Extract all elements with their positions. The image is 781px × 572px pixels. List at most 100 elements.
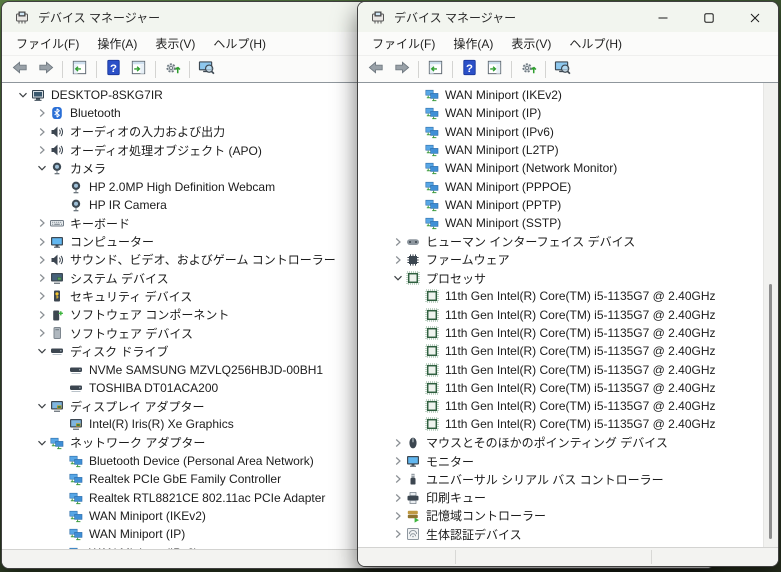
menu-item-help[interactable]: ヘルプ(H) <box>204 32 275 55</box>
scan-hardware-changes-button[interactable] <box>516 58 541 80</box>
show-hide-console-tree-button[interactable] <box>423 58 448 80</box>
chevron-down-icon[interactable] <box>35 161 49 175</box>
tree-item[interactable]: WAN Miniport (SSTP) <box>358 214 778 232</box>
title-bar[interactable]: デバイス マネージャー <box>358 2 778 32</box>
show-hide-action-pane-button[interactable] <box>126 58 151 80</box>
vertical-scrollbar[interactable] <box>763 83 778 547</box>
tree-item[interactable]: 印刷キュー <box>358 489 778 507</box>
chevron-down-icon[interactable] <box>35 436 49 450</box>
action-pane-icon <box>129 58 148 80</box>
tree-item[interactable]: 生体認証デバイス <box>358 525 778 543</box>
menu-item-help[interactable]: ヘルプ(H) <box>560 32 631 55</box>
back-button[interactable] <box>8 58 33 80</box>
chevron-right-icon[interactable] <box>35 289 49 303</box>
back-button[interactable] <box>364 58 389 80</box>
tree-item[interactable]: プロセッサ <box>358 269 778 287</box>
network-icon <box>424 179 440 195</box>
chevron-down-icon[interactable] <box>391 271 405 285</box>
tree-item-label: WAN Miniport (L2TP) <box>440 143 559 157</box>
forward-button[interactable] <box>389 58 414 80</box>
tree-item[interactable]: 11th Gen Intel(R) Core(TM) i5-1135G7 @ 2… <box>358 360 778 378</box>
tree-item[interactable]: 11th Gen Intel(R) Core(TM) i5-1135G7 @ 2… <box>358 415 778 433</box>
chevron-right-icon[interactable] <box>35 125 49 139</box>
chevron-right-icon[interactable] <box>35 308 49 322</box>
chevron-placeholder <box>54 527 68 541</box>
tree-item-label: Bluetooth <box>65 106 121 120</box>
chevron-right-icon[interactable] <box>35 106 49 120</box>
scrollbar-thumb[interactable] <box>769 284 772 539</box>
menu-item-action[interactable]: 操作(A) <box>444 32 502 55</box>
tree-item[interactable]: 11th Gen Intel(R) Core(TM) i5-1135G7 @ 2… <box>358 379 778 397</box>
camera-icon <box>49 160 65 176</box>
tree-item[interactable]: ヒューマン インターフェイス デバイス <box>358 232 778 250</box>
menu-item-file[interactable]: ファイル(F) <box>7 32 88 55</box>
tree-item[interactable]: ユニバーサル シリアル バス コントローラー <box>358 470 778 488</box>
tree-indent <box>2 534 54 535</box>
chevron-down-icon[interactable] <box>35 344 49 358</box>
menu-item-view[interactable]: 表示(V) <box>502 32 560 55</box>
chevron-right-icon[interactable] <box>35 216 49 230</box>
chevron-right-icon[interactable] <box>35 271 49 285</box>
chevron-down-icon[interactable] <box>16 88 30 102</box>
usb-icon <box>405 471 421 487</box>
minimize-icon <box>658 12 668 22</box>
chevron-placeholder <box>410 125 424 139</box>
tree-item[interactable]: モニター <box>358 452 778 470</box>
close-button[interactable] <box>732 2 778 32</box>
search-devices-button[interactable] <box>194 58 219 80</box>
tree-item[interactable]: 記憶域コントローラー <box>358 507 778 525</box>
chevron-right-icon[interactable] <box>35 143 49 157</box>
network-icon <box>68 490 84 506</box>
menu-item-file[interactable]: ファイル(F) <box>363 32 444 55</box>
chevron-right-icon[interactable] <box>35 326 49 340</box>
chevron-right-icon[interactable] <box>391 253 405 267</box>
search-monitor-icon <box>197 58 216 80</box>
show-hide-console-tree-button[interactable] <box>67 58 92 80</box>
arrow-left-icon <box>11 58 30 80</box>
chevron-right-icon[interactable] <box>35 235 49 249</box>
tree-item[interactable]: WAN Miniport (PPPOE) <box>358 177 778 195</box>
search-devices-button[interactable] <box>550 58 575 80</box>
menu-item-action[interactable]: 操作(A) <box>88 32 146 55</box>
tree-item[interactable]: WAN Miniport (L2TP) <box>358 141 778 159</box>
processor-icon <box>424 380 440 396</box>
chevron-right-icon[interactable] <box>391 454 405 468</box>
chevron-right-icon[interactable] <box>391 436 405 450</box>
forward-button[interactable] <box>33 58 58 80</box>
show-hide-action-pane-button[interactable] <box>482 58 507 80</box>
tree-item[interactable]: 11th Gen Intel(R) Core(TM) i5-1135G7 @ 2… <box>358 324 778 342</box>
chevron-down-icon[interactable] <box>35 399 49 413</box>
tree-item[interactable]: WAN Miniport (IPv6) <box>358 123 778 141</box>
help-icon: ? <box>460 58 479 80</box>
tree-item[interactable]: マウスとそのほかのポインティング デバイス <box>358 434 778 452</box>
tree-item[interactable]: WAN Miniport (Network Monitor) <box>358 159 778 177</box>
maximize-button[interactable] <box>686 2 732 32</box>
menu-item-view[interactable]: 表示(V) <box>146 32 204 55</box>
chevron-right-icon[interactable] <box>391 472 405 486</box>
scan-hardware-changes-button[interactable] <box>160 58 185 80</box>
tree-item[interactable]: 11th Gen Intel(R) Core(TM) i5-1135G7 @ 2… <box>358 287 778 305</box>
help-button[interactable]: ? <box>101 58 126 80</box>
chevron-right-icon[interactable] <box>391 509 405 523</box>
help-button[interactable]: ? <box>457 58 482 80</box>
tree-indent <box>358 387 410 388</box>
tree-item-label: ソフトウェア デバイス <box>65 325 193 342</box>
minimize-button[interactable] <box>640 2 686 32</box>
audio-icon <box>49 252 65 268</box>
tree-item[interactable]: 11th Gen Intel(R) Core(TM) i5-1135G7 @ 2… <box>358 342 778 360</box>
tree-item[interactable]: WAN Miniport (PPTP) <box>358 196 778 214</box>
tree-item[interactable]: ファームウェア <box>358 251 778 269</box>
tree-item[interactable]: 11th Gen Intel(R) Core(TM) i5-1135G7 @ 2… <box>358 397 778 415</box>
tree-item[interactable]: 11th Gen Intel(R) Core(TM) i5-1135G7 @ 2… <box>358 306 778 324</box>
tree-item-label: オーディオの入力および出力 <box>65 123 225 140</box>
tree-item[interactable]: WAN Miniport (IP) <box>358 104 778 122</box>
chevron-right-icon[interactable] <box>391 527 405 541</box>
chevron-right-icon[interactable] <box>391 235 405 249</box>
tree-indent <box>358 113 410 114</box>
network-icon <box>68 526 84 542</box>
chevron-right-icon[interactable] <box>391 491 405 505</box>
chevron-right-icon[interactable] <box>35 253 49 267</box>
tree-item[interactable]: WAN Miniport (IKEv2) <box>358 86 778 104</box>
network-icon <box>424 160 440 176</box>
chevron-placeholder <box>54 198 68 212</box>
